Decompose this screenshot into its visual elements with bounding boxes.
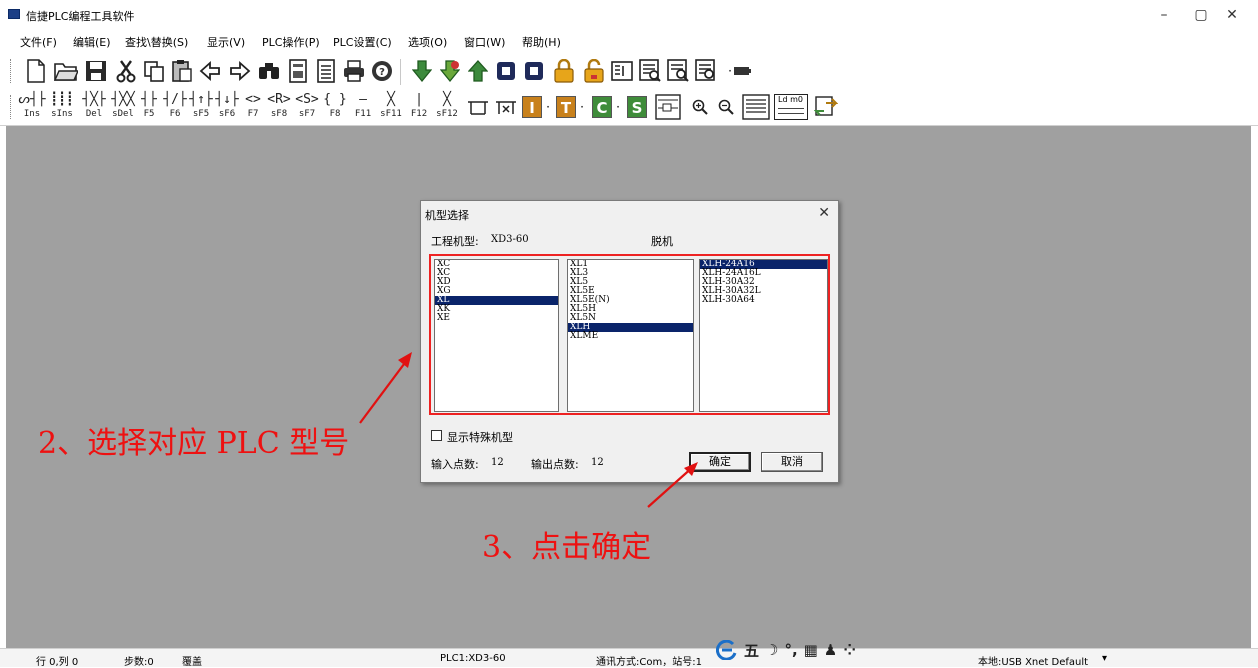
ime-toolbar: 五 ☽ °, ▦ ♟ ⁘ <box>716 640 884 660</box>
status-bar: 行 0,列 0 步数:0 覆盖 PLC1:XD3-60 通讯方式:Com，站号:… <box>0 648 1258 668</box>
arrow-to-lists <box>359 355 411 424</box>
annotation-step3: 3、点击确定 <box>482 530 652 565</box>
sogou-logo-icon <box>716 640 737 660</box>
connection-dropdown-icon[interactable]: ▾ <box>1102 653 1107 664</box>
arrow-head-lists <box>398 352 412 368</box>
arrow-to-ok <box>647 465 695 508</box>
row-column-status: 行 0,列 0 <box>36 657 79 668</box>
moon-icon[interactable]: ☽ <box>765 641 778 659</box>
annotation-step2: 2、选择对应 PLC 型号 <box>38 426 350 461</box>
annotation-arrows <box>359 352 698 508</box>
connection-status[interactable]: 本地:USB Xnet Default <box>978 653 1088 668</box>
step-count-status: 步数:0 <box>124 657 154 668</box>
punctuation-icon[interactable]: °, <box>784 641 797 659</box>
comm-status: 通讯方式:Com，站号:1 <box>596 657 702 668</box>
grid-menu-icon[interactable]: ⁘ <box>843 641 856 659</box>
ime-mode-label[interactable]: 五 <box>744 640 759 661</box>
keyboard-icon[interactable]: ▦ <box>804 641 818 659</box>
person-icon[interactable]: ♟ <box>824 641 837 659</box>
plc-model-status: PLC1:XD3-60 <box>440 653 506 664</box>
edit-mode-status: 覆盖 <box>182 657 202 668</box>
